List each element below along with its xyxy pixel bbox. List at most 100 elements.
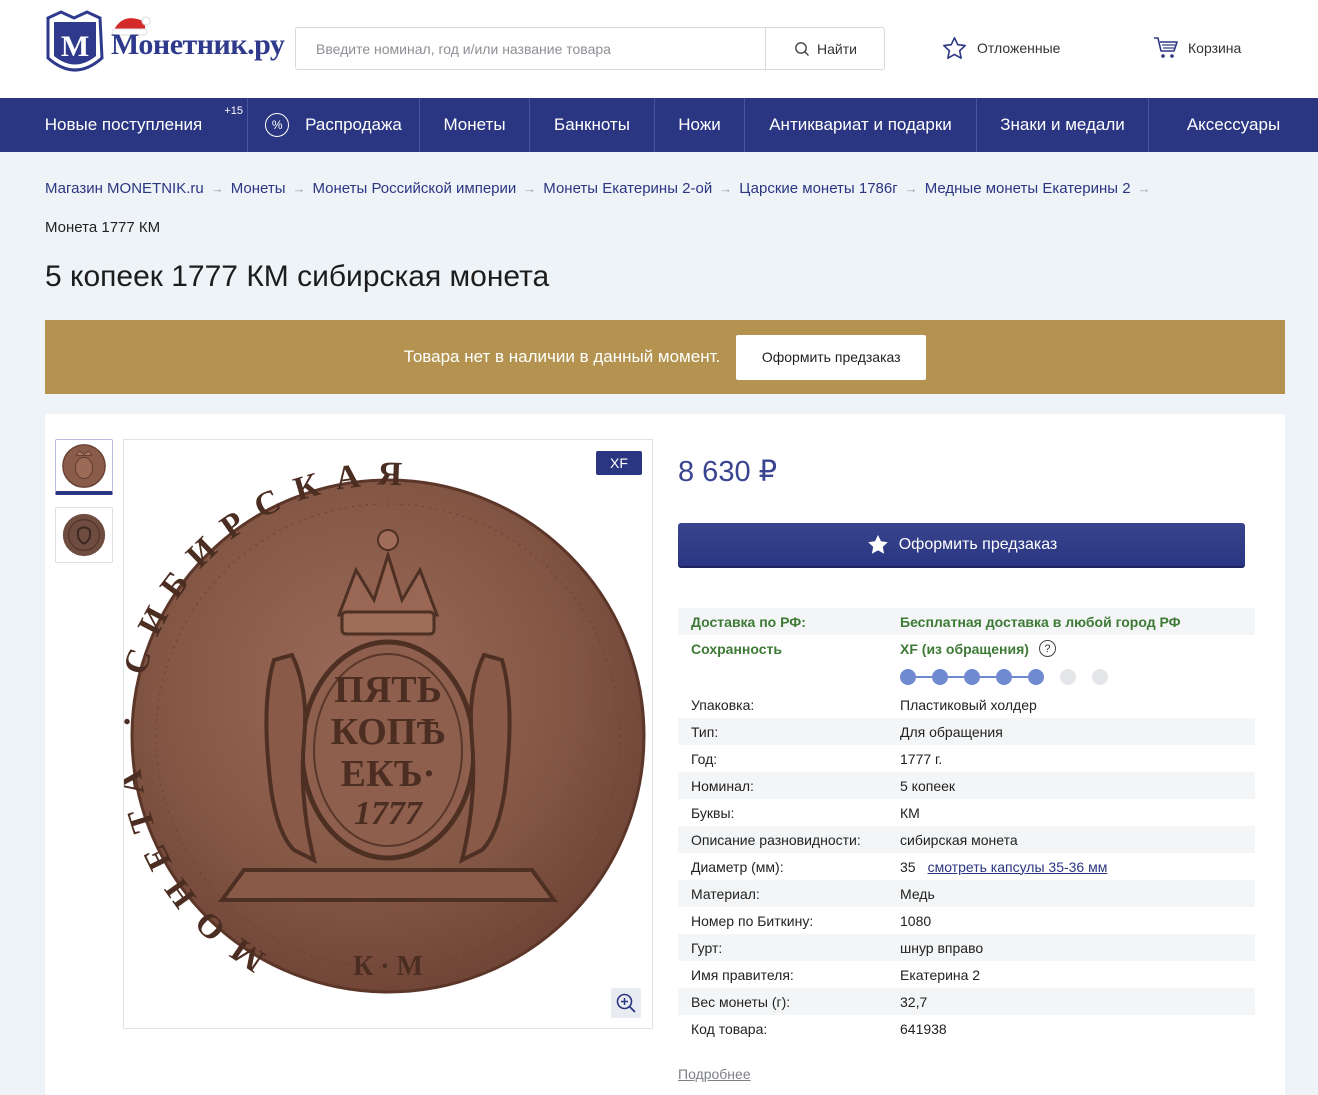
preorder-button-label: Оформить предзаказ [898,535,1058,553]
star-icon [867,534,888,554]
nav-new-arrivals[interactable]: Новые поступления +15 [0,98,248,152]
spec-value: 641938 [900,1020,947,1037]
zoom-button[interactable] [611,988,641,1018]
spec-row: Гурт: шнур вправо [678,934,1255,961]
help-icon[interactable]: ? [1038,640,1056,657]
search-box: Найти [295,27,885,70]
nav-coins[interactable]: Монеты [420,98,530,152]
nav-badges-medals[interactable]: Знаки и медали [977,98,1149,152]
condition-dot [1060,668,1076,685]
favorites-label: Отложенные [977,40,1061,56]
favorites-link[interactable]: Отложенные [941,33,1060,63]
coin-text-line: 1777 [354,795,424,832]
breadcrumb-item[interactable]: Монеты Екатерины 2-ой [543,180,712,197]
nav-knives[interactable]: Ножи [655,98,745,152]
specs-table: Доставка по РФ: Бесплатная доставка в лю… [678,608,1255,1042]
site-logo[interactable]: М Монетник.ру [45,10,285,82]
spec-rows: Упаковка: Пластиковый холдер Тип: Для обращ… [678,691,1255,1042]
out-of-stock-text: Товара нет в наличии в данный момент. [403,347,721,366]
search-button-label: Найти [817,40,857,57]
nav-label: Антиквариат и подарки [769,115,952,134]
coin-text-line: ПЯТЬ [334,669,441,711]
spec-row-condition: Сохранность XF (из обращения) ? [678,635,1255,662]
spec-row: Год: 1777 г. [678,745,1255,772]
spec-row: Буквы: КМ [678,799,1255,826]
breadcrumb-item[interactable]: Медные монеты Екатерины 2 [925,180,1131,197]
condition-connector [948,675,964,678]
thumbnail-obverse[interactable] [55,507,113,563]
spec-key: Тип: [691,723,719,740]
arrow-right-icon: → [210,181,224,196]
spec-value: 35 [900,858,916,875]
breadcrumb-item[interactable]: Магазин MONETNIK.ru [45,180,204,197]
spec-row: Номинал: 5 копеек [678,772,1255,799]
spec-row: Диаметр (мм): 35 смотреть капсулы 35-36 мм [678,853,1255,880]
nav-accessories[interactable]: Аксессуары [1149,98,1318,152]
spec-row-delivery: Доставка по РФ: Бесплатная доставка в лю… [678,608,1255,635]
breadcrumb: Магазин MONETNIK.ru → Монеты → Монеты Россий… [45,178,1285,200]
coin-text-line: КОПѢ [331,711,446,753]
spec-value: 5 копеек [900,777,956,794]
spec-value: Пластиковый холдер [900,696,1037,713]
condition-dot [1028,668,1044,685]
percent-icon: % [265,113,290,137]
spec-value: XF (из обращения) [900,640,1029,657]
search-button[interactable]: Найти [765,28,885,69]
spec-row: Описание разновидности: сибирская монета [678,826,1255,853]
coin-mint-mark: К · М [353,951,423,982]
nav-sale[interactable]: % Распродажа [248,98,420,152]
spec-key: Материал: [691,885,760,902]
logo-text: Монетник.ру [111,28,285,61]
coin-text-line: ЕКЪ· [341,753,436,795]
capsules-link[interactable]: смотреть капсулы 35-36 мм [928,859,1108,875]
spec-value: 1080 [900,912,932,929]
spec-value: 32,7 [900,993,928,1010]
thumbnail-reverse[interactable] [55,439,113,495]
spec-key: Год: [691,750,718,767]
condition-dot [900,668,932,685]
nav-banknotes[interactable]: Банкноты [530,98,655,152]
nav-label: Распродажа [305,115,402,134]
spec-value: шнур вправо [900,939,984,956]
star-icon [943,36,966,59]
zoom-in-icon [616,993,636,1013]
coin-thumbnail-icon [62,443,106,488]
grade-badge: XF [596,451,642,475]
breadcrumb-item[interactable]: Монеты [231,180,286,197]
breadcrumb-current: Монета 1777 КМ [45,219,161,236]
nav-label: Монеты [443,115,506,134]
nav-label: Ножи [678,115,721,134]
coin-image: ПЯТЬ КОПѢ ЕКЪ· 1777 МОНЕТА · СИБИРСКАЯ К… [109,455,646,994]
search-input[interactable] [296,28,765,69]
more-details-link[interactable]: Подробнее [678,1066,751,1082]
spec-value: Екатерина 2 [900,966,981,983]
product-image[interactable]: ПЯТЬ КОПѢ ЕКЪ· 1777 МОНЕТА · СИБИРСКАЯ К… [109,439,653,1029]
breadcrumb-item[interactable]: Царские монеты 1786г [739,180,898,197]
nav-label: Банкноты [554,115,630,134]
spec-value: Бесплатная доставка в любой город РФ [900,613,1181,630]
arrow-right-icon: → [904,181,918,196]
spec-key: Номинал: [691,777,754,794]
nav-label: Новые поступления [44,115,203,134]
condition-connector [1012,675,1028,678]
banner-preorder-button[interactable]: Оформить предзаказ [736,334,927,380]
product-price: 8 630 ₽ [678,456,778,488]
spec-row: Код товара: 641938 [678,1015,1255,1042]
nav-label: Аксессуары [1186,115,1281,134]
condition-scale [678,662,1255,691]
main-nav: Новые поступления +15 % Распродажа Монет… [0,98,1318,152]
preorder-button[interactable]: Оформить предзаказ [678,523,1245,568]
condition-dot [932,668,964,685]
spec-value: 1777 г. [900,750,943,767]
breadcrumb-item[interactable]: Монеты Российской империи [313,180,517,197]
condition-connector [980,675,996,678]
product-card: ПЯТЬ КОПѢ ЕКЪ· 1777 МОНЕТА · СИБИРСКАЯ К… [45,414,1285,1095]
coin-thumbnail-icon [62,513,106,557]
condition-dot [1092,668,1108,685]
nav-antiques[interactable]: Антиквариат и подарки [745,98,977,152]
cart-icon [1154,37,1178,58]
cart-link[interactable]: Корзина [1153,33,1241,63]
spec-row: Материал: Медь [678,880,1255,907]
page-title: 5 копеек 1777 КМ сибирская монета [45,260,550,293]
new-count-badge: +15 [224,105,243,117]
